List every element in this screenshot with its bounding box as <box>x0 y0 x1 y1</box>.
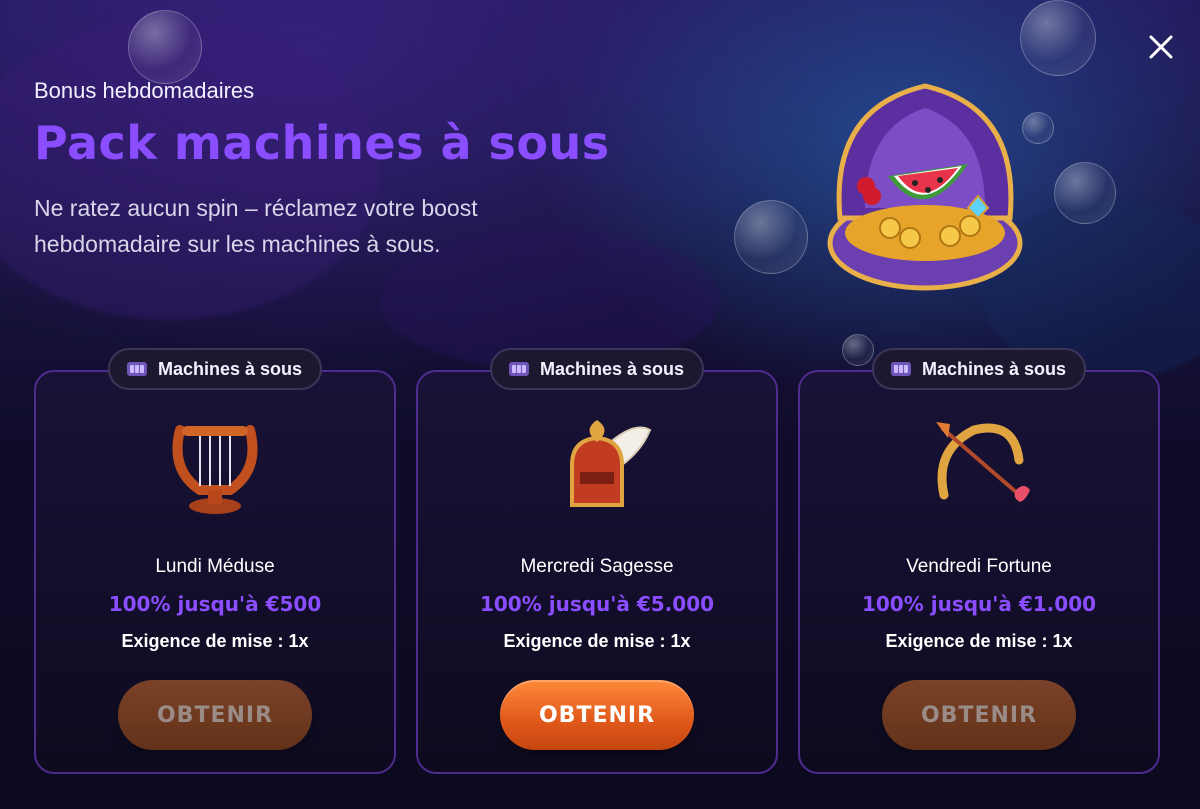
category-tag-label: Machines à sous <box>921 358 1067 379</box>
slot-machine-icon <box>508 362 529 376</box>
close-button[interactable] <box>1144 30 1178 64</box>
bonus-name: Mercredi Sagesse <box>520 556 674 577</box>
bonus-card-wednesday: Machines à sous Mercredi Sagesse 100% ju… <box>416 348 778 774</box>
category-tag: Machines à sous <box>107 348 323 390</box>
section-eyebrow: Bonus hebdomadaires <box>34 78 255 103</box>
claim-button[interactable]: OBTENIR <box>882 680 1076 750</box>
bubble-decoration <box>842 334 874 366</box>
page-title: Pack machines à sous <box>34 116 610 170</box>
bow-arrow-icon <box>936 422 1030 502</box>
category-tag: Machines à sous <box>489 348 705 390</box>
bubble-decoration <box>1020 0 1096 76</box>
category-tag: Machines à sous <box>871 348 1087 390</box>
bonus-card-monday: Machines à sous Lundi Méduse 100% jusqu'… <box>34 348 396 774</box>
winged-helmet-icon <box>570 420 652 507</box>
treasure-shell-icon <box>827 83 1023 291</box>
slot-machine-icon <box>126 362 147 376</box>
claim-button[interactable]: OBTENIR <box>118 680 312 750</box>
bubble-decoration <box>1054 162 1116 224</box>
lyre-icon <box>172 425 258 514</box>
wager-requirement: Exigence de mise : 1x <box>885 631 1073 651</box>
slot-machine-icon <box>890 362 911 376</box>
bonus-name: Vendredi Fortune <box>906 556 1052 577</box>
claim-button[interactable]: OBTENIR <box>500 680 694 750</box>
bonus-offer: 100% jusqu'à €500 <box>108 592 322 616</box>
bubble-decoration <box>734 200 808 274</box>
bubble-decoration <box>128 10 202 84</box>
bonus-name: Lundi Méduse <box>155 556 275 577</box>
wager-requirement: Exigence de mise : 1x <box>503 631 691 651</box>
category-tag-label: Machines à sous <box>539 358 685 379</box>
close-icon <box>1149 35 1173 59</box>
wager-requirement: Exigence de mise : 1x <box>121 631 309 651</box>
bonus-offer: 100% jusqu'à €1.000 <box>861 592 1097 616</box>
page-description: Ne ratez aucun spin – réclamez votre boo… <box>34 195 478 257</box>
bonus-card-friday: Machines à sous Vendredi Fortune 100% ju… <box>798 348 1160 774</box>
bonus-offer: 100% jusqu'à €5.000 <box>479 592 715 616</box>
category-tag-label: Machines à sous <box>157 358 303 379</box>
